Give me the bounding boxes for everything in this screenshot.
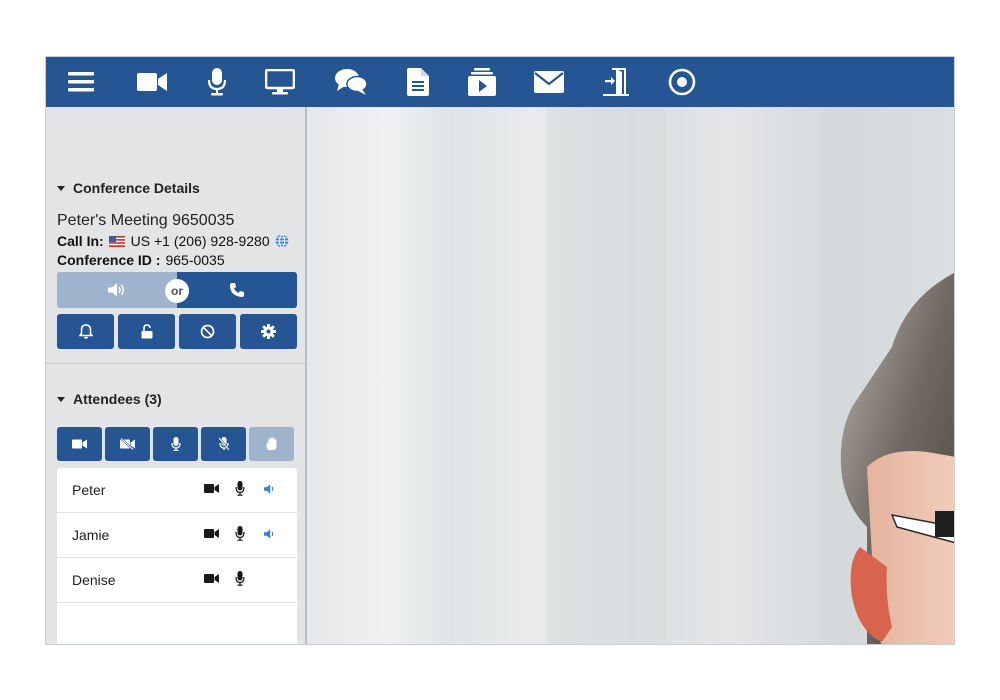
microphone-icon[interactable] bbox=[235, 571, 245, 586]
document-button[interactable] bbox=[398, 65, 438, 99]
mail-icon bbox=[534, 71, 564, 93]
attendee-list: Peter Jamie Denise bbox=[57, 468, 297, 644]
all-mic-off-button[interactable] bbox=[201, 427, 246, 461]
list-item[interactable]: Denise bbox=[57, 558, 297, 603]
computer-audio-button[interactable] bbox=[57, 272, 177, 308]
all-mic-on-button[interactable] bbox=[153, 427, 198, 461]
microphone-icon[interactable] bbox=[235, 481, 245, 496]
phone-icon bbox=[230, 283, 244, 297]
gear-icon bbox=[261, 324, 276, 339]
sidebar: Conference Details Peter's Meeting 96500… bbox=[46, 107, 307, 644]
menu-button[interactable] bbox=[61, 65, 101, 99]
exit-door-icon bbox=[603, 68, 629, 96]
monitor-icon bbox=[265, 69, 295, 95]
microphone-button[interactable] bbox=[197, 65, 237, 99]
lower-hands-button[interactable] bbox=[249, 427, 294, 461]
unlock-icon bbox=[141, 324, 152, 339]
or-separator: or bbox=[165, 279, 189, 303]
block-button[interactable] bbox=[179, 314, 236, 349]
attendee-name: Jamie bbox=[72, 527, 110, 543]
attendee-name: Denise bbox=[72, 572, 116, 588]
globe-icon[interactable] bbox=[275, 234, 289, 248]
call-in-line: Call In: US +1 (206) 928-9280 bbox=[57, 233, 289, 249]
media-player-icon bbox=[468, 68, 496, 96]
chat-button[interactable] bbox=[331, 65, 371, 99]
conference-id-label: Conference ID : bbox=[57, 252, 161, 268]
block-icon bbox=[200, 324, 215, 339]
microphone-icon bbox=[170, 437, 181, 451]
list-item[interactable]: Jamie bbox=[57, 513, 297, 558]
caret-down-icon bbox=[57, 396, 65, 402]
call-in-label: Call In: bbox=[57, 233, 104, 249]
microphone-icon bbox=[207, 68, 227, 96]
speaker-icon bbox=[108, 283, 124, 297]
attendee-name: Peter bbox=[72, 482, 106, 498]
speaker-active-icon bbox=[264, 529, 274, 539]
participant-video bbox=[307, 107, 954, 644]
attendees-title: Attendees (3) bbox=[73, 391, 162, 407]
meeting-name: Peter's Meeting 9650035 bbox=[57, 212, 235, 229]
menu-icon bbox=[68, 72, 94, 92]
lock-button[interactable] bbox=[118, 314, 175, 349]
all-video-off-button[interactable] bbox=[105, 427, 150, 461]
record-button[interactable] bbox=[662, 65, 702, 99]
conference-details-title: Conference Details bbox=[73, 180, 200, 196]
settings-button[interactable] bbox=[240, 314, 297, 349]
all-video-on-button[interactable] bbox=[57, 427, 102, 461]
attendees-header[interactable]: Attendees (3) bbox=[57, 391, 162, 407]
video-stage bbox=[307, 107, 954, 644]
bell-icon bbox=[78, 324, 93, 339]
microphone-icon[interactable] bbox=[235, 526, 245, 541]
record-icon bbox=[668, 68, 696, 96]
chat-icon bbox=[335, 69, 368, 95]
caret-down-icon bbox=[57, 185, 65, 191]
notification-button[interactable] bbox=[57, 314, 114, 349]
microphone-off-icon bbox=[217, 437, 230, 451]
video-icon bbox=[137, 73, 167, 91]
leave-button[interactable] bbox=[596, 65, 636, 99]
screen-share-button[interactable] bbox=[260, 65, 300, 99]
conference-app: Conference Details Peter's Meeting 96500… bbox=[45, 56, 955, 645]
us-flag-icon bbox=[108, 235, 125, 247]
audio-mode-toggle: or bbox=[57, 272, 297, 308]
conference-id-line: Conference ID : 965-0035 bbox=[57, 252, 225, 268]
video-icon[interactable] bbox=[204, 528, 219, 539]
hand-raise-icon bbox=[265, 437, 276, 450]
top-toolbar bbox=[46, 57, 954, 107]
video-icon[interactable] bbox=[204, 483, 219, 494]
mail-button[interactable] bbox=[529, 65, 569, 99]
document-icon bbox=[407, 68, 429, 96]
speaker-active-icon bbox=[264, 484, 274, 494]
video-icon bbox=[72, 439, 87, 449]
video-icon[interactable] bbox=[204, 573, 219, 584]
list-item[interactable]: Peter bbox=[57, 468, 297, 513]
video-off-icon bbox=[120, 438, 135, 450]
section-divider bbox=[46, 363, 305, 364]
conference-details-header[interactable]: Conference Details bbox=[57, 180, 200, 196]
call-in-number: US +1 (206) 928-9280 bbox=[130, 233, 270, 249]
media-button[interactable] bbox=[462, 65, 502, 99]
conference-id-value: 965-0035 bbox=[165, 252, 225, 268]
phone-audio-button[interactable] bbox=[177, 272, 297, 308]
video-button[interactable] bbox=[132, 65, 172, 99]
